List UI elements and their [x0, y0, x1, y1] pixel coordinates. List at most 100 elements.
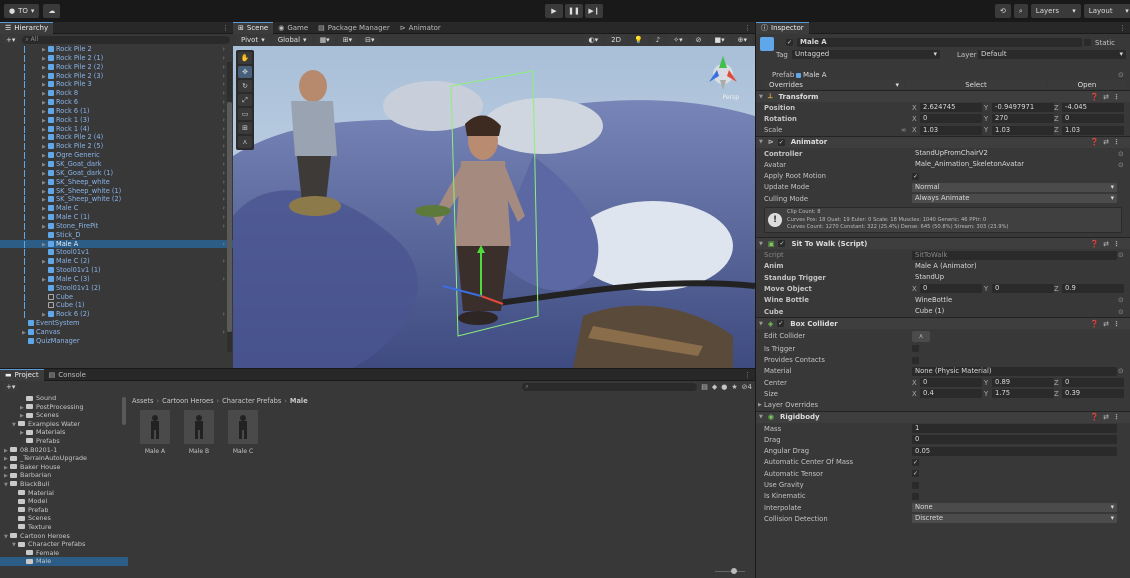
- layers-dropdown[interactable]: Layers ▾: [1030, 4, 1081, 18]
- open-prefab-icon[interactable]: ›: [222, 160, 225, 169]
- rigidbody-checkbox[interactable]: ✓: [912, 458, 919, 466]
- asset-tile[interactable]: Male C: [225, 410, 261, 455]
- filter-label-icon[interactable]: ◆: [712, 383, 717, 391]
- hierarchy-item[interactable]: ▶ Rock 6 (2) ›: [0, 310, 233, 319]
- folder-item[interactable]: ▶ Barbarian: [0, 471, 128, 480]
- open-prefab-icon[interactable]: ›: [222, 72, 225, 81]
- rigidbody-value-field[interactable]: 1: [912, 424, 1117, 434]
- is-trigger-checkbox[interactable]: [912, 345, 919, 353]
- update-mode-dropdown[interactable]: Normal ▾: [912, 182, 1117, 192]
- hierarchy-search-input[interactable]: ⌕ All: [22, 35, 230, 44]
- overrides-dropdown[interactable]: Overrides ▾: [764, 80, 904, 89]
- breadcrumb-item[interactable]: Assets: [132, 397, 153, 405]
- tab-project[interactable]: ▬ Project: [0, 368, 44, 381]
- object-picker-icon[interactable]: ⊙: [1118, 308, 1124, 316]
- hierarchy-item[interactable]: Stool01v1: [0, 248, 233, 257]
- tab-scene[interactable]: ⊞ Scene: [233, 21, 274, 34]
- effects-toggle[interactable]: ✧▾: [668, 35, 688, 45]
- tab-inspector[interactable]: ⓘ Inspector: [756, 22, 809, 34]
- help-icon[interactable]: ❓: [1090, 138, 1103, 146]
- component-menu-icon[interactable]: ⋮: [1113, 320, 1124, 328]
- folder-item[interactable]: Female: [0, 549, 128, 558]
- open-prefab-icon[interactable]: ›: [222, 195, 225, 204]
- audio-toggle[interactable]: ♪: [650, 35, 666, 45]
- move-tool-icon[interactable]: ✥: [238, 66, 252, 78]
- folder-item[interactable]: ▶ Materials: [0, 428, 128, 437]
- hierarchy-item[interactable]: ▶ SK_Sheep_white (1) ›: [0, 187, 233, 196]
- z-value-field[interactable]: 0.39: [1062, 389, 1124, 399]
- camera-settings-button[interactable]: ■▾: [709, 35, 730, 45]
- open-prefab-icon[interactable]: ›: [222, 107, 225, 116]
- presets-icon[interactable]: ⇄: [1103, 138, 1113, 146]
- breadcrumb-item[interactable]: Character Prefabs: [222, 397, 281, 405]
- toggle-2d-button[interactable]: 2D: [606, 35, 627, 45]
- x-value-field[interactable]: 0: [920, 284, 982, 294]
- foldout-arrow-icon[interactable]: ▼: [759, 94, 763, 100]
- folder-item[interactable]: Texture: [0, 523, 128, 532]
- rigidbody-checkbox[interactable]: [912, 492, 919, 500]
- hierarchy-item[interactable]: ▶ Rock 6 ›: [0, 98, 233, 107]
- physic-material-field[interactable]: None (Physic Material): [912, 366, 1117, 376]
- y-value-field[interactable]: -0.9497971: [992, 103, 1054, 113]
- layer-dropdown[interactable]: Default ▾: [978, 50, 1126, 59]
- x-value-field[interactable]: 0: [920, 114, 982, 124]
- folder-item[interactable]: Sound: [0, 394, 128, 403]
- rigidbody-header[interactable]: ▼ ◉ Rigidbody ❓⇄⋮: [756, 410, 1130, 423]
- help-icon[interactable]: ❓: [1090, 240, 1103, 248]
- folder-item[interactable]: Male: [0, 557, 128, 566]
- hierarchy-item[interactable]: Stick_D: [0, 231, 233, 240]
- open-prefab-icon[interactable]: ›: [222, 54, 225, 63]
- rect-tool-icon[interactable]: ▭: [238, 108, 252, 120]
- foldout-arrow-icon[interactable]: ▼: [759, 241, 763, 247]
- z-value-field[interactable]: 0.9: [1062, 284, 1124, 294]
- grid-snap-button[interactable]: ▦▾: [314, 35, 335, 45]
- object-name-field[interactable]: Male A: [797, 38, 1082, 47]
- hierarchy-item[interactable]: Cube (1): [0, 301, 233, 310]
- open-prefab-icon[interactable]: ›: [222, 204, 225, 213]
- project-create-button[interactable]: +▾: [3, 382, 19, 392]
- search-button[interactable]: ⌕: [1013, 4, 1028, 18]
- open-prefab-icon[interactable]: ›: [222, 328, 225, 337]
- folder-item[interactable]: Scenes: [0, 514, 128, 523]
- project-search-input[interactable]: ⌕: [522, 383, 698, 391]
- pause-button[interactable]: ❚❚: [565, 4, 583, 18]
- folder-item[interactable]: ▶ PostProcessing: [0, 403, 128, 412]
- apply-root-motion-checkbox[interactable]: ✓: [912, 172, 919, 180]
- culling-mode-dropdown[interactable]: Always Animate ▾: [912, 194, 1117, 204]
- tag-dropdown[interactable]: Untagged ▾: [792, 50, 940, 59]
- custom-tool-icon[interactable]: ⋏: [238, 136, 252, 148]
- controller-field[interactable]: StandUpFromChairV2: [912, 149, 1117, 158]
- hidden-objects-toggle[interactable]: ⊘: [690, 35, 707, 45]
- presets-icon[interactable]: ⇄: [1103, 320, 1113, 328]
- folder-item[interactable]: ▶ Scenes: [0, 411, 128, 420]
- layout-dropdown[interactable]: Layout ▾: [1083, 4, 1130, 18]
- wine-bottle-field[interactable]: WineBottle: [912, 296, 1117, 305]
- static-checkbox[interactable]: [1084, 39, 1091, 46]
- y-value-field[interactable]: 0.89: [992, 378, 1054, 388]
- prefab-target-icon[interactable]: ⊙: [1118, 71, 1124, 79]
- y-value-field[interactable]: 1.03: [992, 125, 1054, 135]
- asset-tile[interactable]: Male A: [137, 410, 173, 455]
- snap-increment-button[interactable]: ⊞▾: [337, 35, 358, 45]
- play-button[interactable]: ▶: [545, 4, 563, 18]
- rigidbody-dropdown[interactable]: None ▾: [912, 503, 1117, 513]
- cube-field[interactable]: Cube (1): [912, 307, 1117, 316]
- hierarchy-scrollbar[interactable]: [227, 62, 232, 352]
- hierarchy-item[interactable]: ▶ Rock Pile 2 (4) ›: [0, 133, 233, 142]
- open-prefab-icon[interactable]: ›: [222, 125, 225, 134]
- component-menu-icon[interactable]: ⋮: [1113, 413, 1124, 421]
- help-icon[interactable]: ❓: [1090, 413, 1103, 421]
- open-prefab-icon[interactable]: ›: [222, 80, 225, 89]
- script-field[interactable]: SitToWalk: [912, 250, 1117, 260]
- hierarchy-item[interactable]: ▶ Rock Pile 2 (5) ›: [0, 142, 233, 151]
- folder-item[interactable]: ▼ BlackBull: [0, 480, 128, 489]
- history-button[interactable]: ⟲: [995, 4, 1011, 18]
- hierarchy-item[interactable]: ▶ SK_Sheep_white ›: [0, 178, 233, 187]
- active-checkbox[interactable]: ✓: [786, 39, 793, 46]
- tab-package-manager[interactable]: ▤ Package Manager: [313, 22, 395, 34]
- component-enabled-checkbox[interactable]: ✓: [777, 138, 785, 146]
- hidden-packages-icon[interactable]: ⊘4: [742, 383, 752, 391]
- hierarchy-item[interactable]: ▶ Canvas ›: [0, 328, 233, 337]
- open-prefab-icon[interactable]: ›: [222, 222, 225, 231]
- y-value-field[interactable]: 1.75: [992, 389, 1054, 399]
